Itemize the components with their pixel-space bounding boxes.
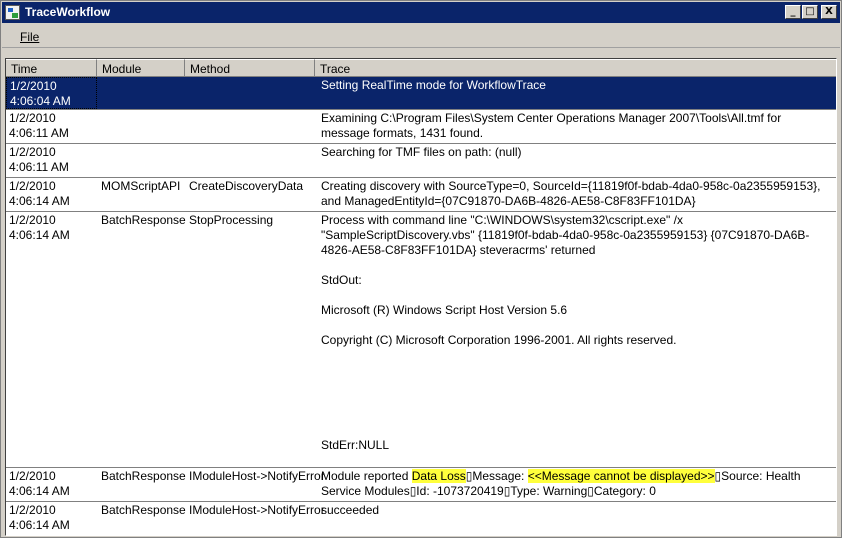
cell-time: 1/2/2010 4:06:14 AM [9,179,70,208]
column-header-trace[interactable]: Trace [315,59,836,77]
app-icon [5,5,20,20]
cell-trace: Module reported Data Loss▯Message: <<Mes… [315,468,835,499]
maximize-button[interactable]: □ [802,5,818,19]
trace-text: ▯Message: [465,469,528,483]
column-header-module[interactable]: Module [97,59,185,77]
cell-method [185,110,315,111]
cell-trace: Examining C:\Program Files\System Center… [321,111,782,140]
cell-method: CreateDiscoveryData [189,179,304,193]
title-bar[interactable]: TraceWorkflow _ □ X [2,2,840,23]
column-header-time[interactable]: Time [6,59,97,77]
cell-method [185,144,315,145]
cell-time: 1/2/2010 4:06:14 AM [9,503,70,532]
cell-time: 1/2/2010 4:06:14 AM [9,213,70,242]
cell-time: 1/2/2010 4:06:14 AM [9,469,70,498]
window-title: TraceWorkflow [25,5,111,19]
trace-grid[interactable]: Time Module Method Trace 1/2/2010 4:06:0… [5,58,837,536]
cell-module: BatchResponse [101,503,186,517]
minimize-button[interactable]: _ [785,5,801,19]
cell-time: 1/2/2010 4:06:11 AM [9,145,69,174]
table-row[interactable]: 1/2/2010 4:06:04 AM Setting RealTime mod… [6,77,836,110]
cell-module [97,77,185,78]
table-row[interactable]: 1/2/2010 4:06:11 AM Examining C:\Program… [6,110,836,144]
cell-time: 1/2/2010 4:06:04 AM [6,77,97,109]
cell-trace: Creating discovery with SourceType=0, So… [321,179,821,208]
grid-header: Time Module Method Trace [6,59,836,77]
menu-bar: File [2,24,840,48]
cell-method: IModuleHost->NotifyError [189,503,325,517]
menu-file[interactable]: File [20,30,39,44]
table-row[interactable]: 1/2/2010 4:06:14 AM MOMScriptAPI CreateD… [6,178,836,212]
table-row[interactable]: 1/2/2010 4:06:14 AM BatchResponse IModul… [6,468,836,502]
table-row[interactable]: 1/2/2010 4:06:11 AM Searching for TMF fi… [6,144,836,178]
cell-trace: Searching for TMF files on path: (null) [321,145,522,159]
table-row[interactable]: 1/2/2010 4:06:14 AM BatchResponse StopPr… [6,212,836,482]
close-button[interactable]: X [821,5,837,19]
cell-module [97,144,185,145]
cell-time: 1/2/2010 4:06:11 AM [9,111,69,140]
highlight-message: <<Message cannot be displayed>> [527,469,715,483]
cell-trace: succeeded [321,503,380,517]
table-row[interactable]: 1/2/2010 4:06:14 AM BatchResponse IModul… [6,502,836,535]
cell-trace: Setting RealTime mode for WorkflowTrace [321,78,546,92]
cell-method: StopProcessing [189,213,274,227]
cell-method: IModuleHost->NotifyError [189,469,325,483]
cell-module: MOMScriptAPI [101,179,181,193]
trace-workflow-window: TraceWorkflow _ □ X File Time Module Met… [0,0,842,538]
cell-module: BatchResponse [101,469,186,483]
cell-method [185,77,315,78]
highlight-data-loss: Data Loss [411,469,466,483]
cell-module [97,110,185,111]
cell-module: BatchResponse [101,213,186,227]
column-header-method[interactable]: Method [185,59,315,77]
trace-text: Module reported [321,469,412,483]
cell-trace: Process with command line "C:\WINDOWS\sy… [321,213,810,482]
